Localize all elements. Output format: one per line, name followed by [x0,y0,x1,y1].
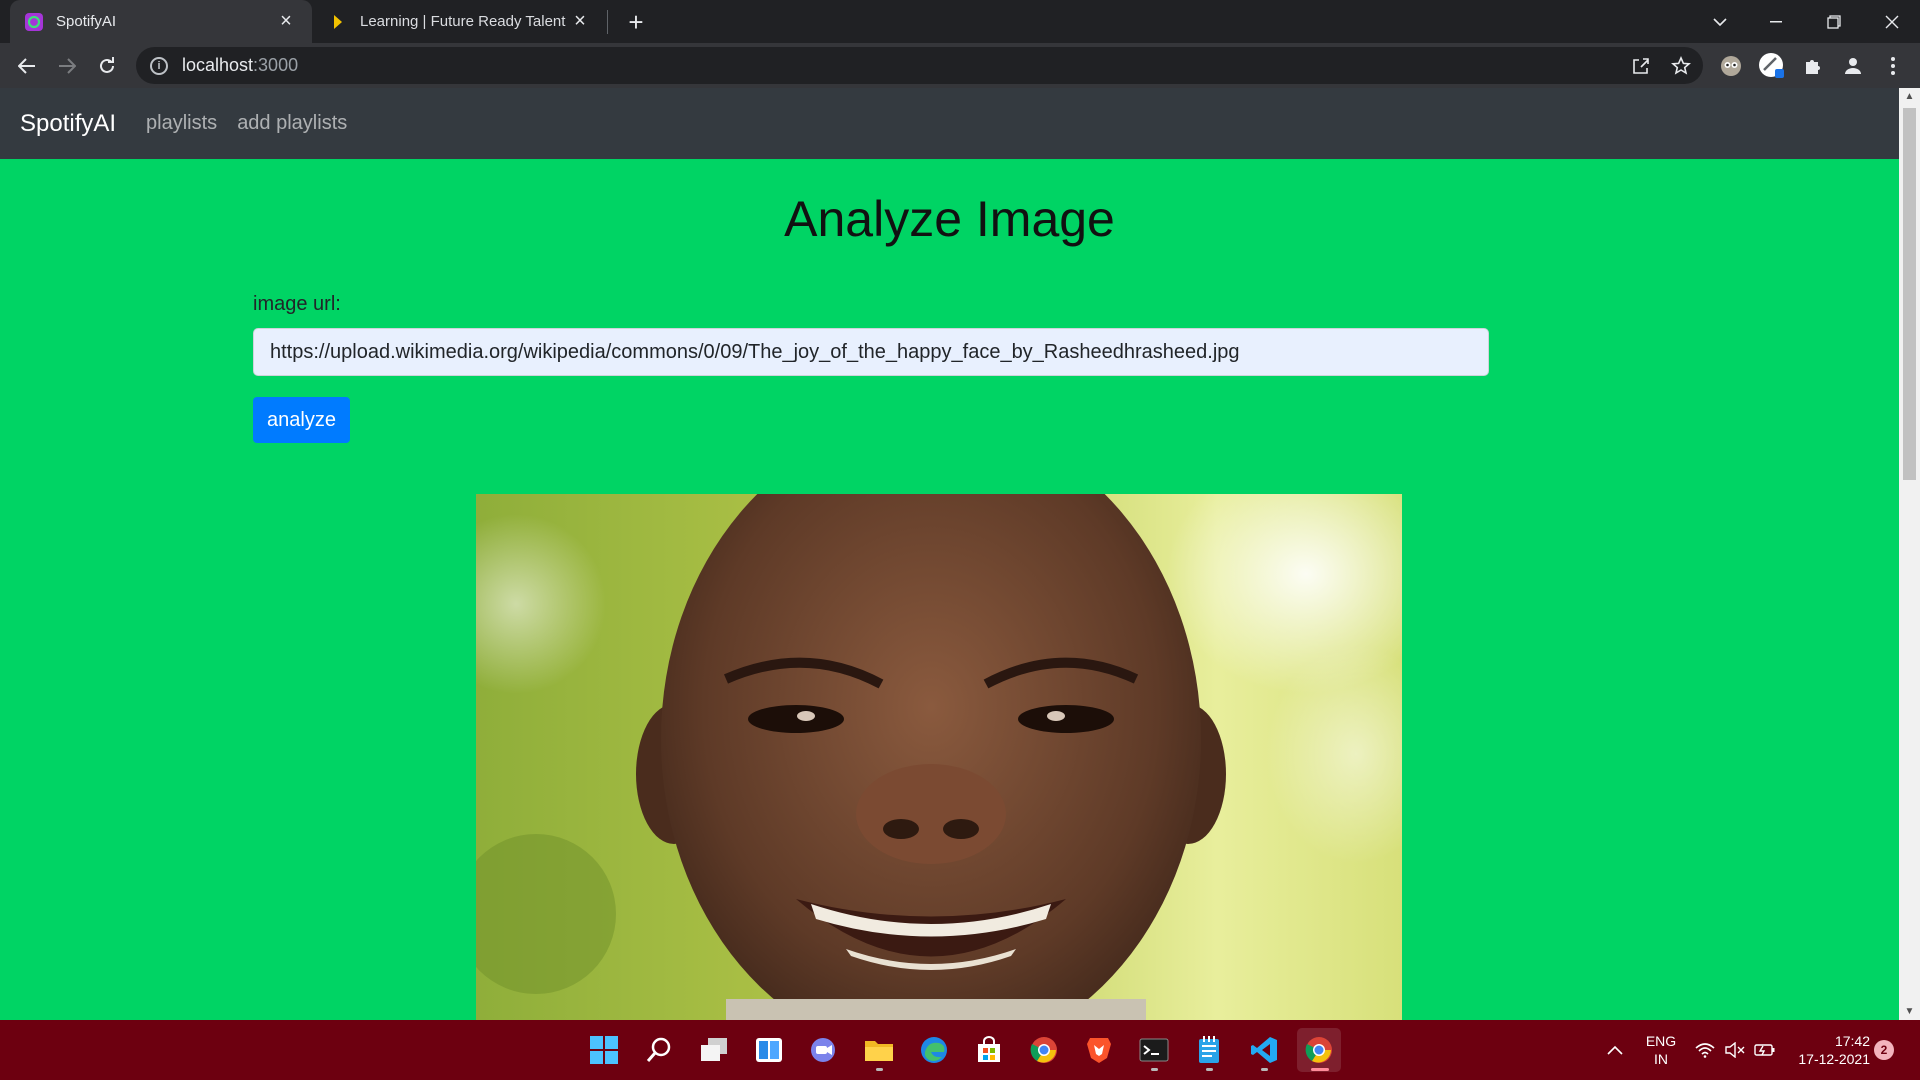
address-bar[interactable]: i localhost:3000 [136,47,1703,84]
scroll-down-arrow-icon[interactable]: ▼ [1899,1003,1920,1020]
input-language-indicator[interactable]: ENG IN [1640,1032,1682,1068]
close-tab-icon[interactable]: × [568,10,592,34]
chrome-icon[interactable] [1022,1028,1066,1072]
task-view-icon[interactable] [692,1028,736,1072]
tab-search-chevron-icon[interactable] [1692,0,1748,43]
clock-time: 17:42 [1834,1033,1870,1049]
learning-favicon-icon [328,12,348,32]
running-indicator [1206,1068,1213,1071]
close-tab-icon[interactable]: × [274,10,298,34]
address-host: localhost [182,55,254,75]
notification-count-badge[interactable]: 2 [1874,1040,1894,1060]
reload-button[interactable] [90,49,124,83]
address-port: :3000 [253,55,299,75]
minimize-button[interactable] [1748,0,1804,43]
scrollbar-thumb[interactable] [1903,108,1916,480]
start-windows-icon[interactable] [582,1028,626,1072]
show-hidden-icons-chevron-icon[interactable] [1602,1020,1628,1080]
brave-browser-icon[interactable] [1077,1028,1121,1072]
extensions-puzzle-icon[interactable] [1796,49,1830,83]
windows-taskbar: ENG IN 17:42 17-12-2021 2 [0,1020,1920,1080]
notepad-icon[interactable] [1187,1028,1231,1072]
chrome-active-icon[interactable] [1297,1028,1341,1072]
nav-link-add-playlists[interactable]: add playlists [237,112,347,135]
restore-button[interactable] [1806,0,1862,43]
share-icon[interactable] [1624,49,1658,83]
scroll-up-arrow-icon[interactable]: ▲ [1899,88,1920,105]
running-indicator [1311,1068,1329,1071]
back-button[interactable] [10,49,44,83]
tab-divider [607,10,608,34]
profile-icon[interactable] [1836,49,1870,83]
nav-link-playlists[interactable]: playlists [146,112,217,135]
tab-title: Learning | Future Ready Talent [360,13,566,30]
volume-muted-icon[interactable] [1722,1020,1748,1080]
browser-toolbar: i localhost:3000 [0,43,1920,88]
bookmark-star-icon[interactable] [1664,49,1698,83]
running-indicator [876,1068,883,1071]
edge-browser-icon[interactable] [912,1028,956,1072]
close-window-button[interactable] [1864,0,1920,43]
page-scrollbar[interactable]: ▲ ▼ [1899,88,1920,1020]
microsoft-store-icon[interactable] [967,1028,1011,1072]
app-brand[interactable]: SpotifyAI [20,110,116,138]
app-navbar: SpotifyAI playlists add playlists [0,88,1899,159]
teams-chat-icon[interactable] [802,1028,846,1072]
extension-owl-icon[interactable] [1714,49,1748,83]
terminal-icon[interactable] [1132,1028,1176,1072]
spotifyai-favicon-icon [24,12,44,32]
system-clock[interactable]: 17:42 17-12-2021 [1780,1032,1870,1068]
widgets-icon[interactable] [747,1028,791,1072]
language-region: IN [1654,1051,1668,1067]
browser-tab-strip: SpotifyAI × Learning | Future Ready Tale… [0,0,1920,43]
page-viewport: SpotifyAI playlists add playlists Analyz… [0,88,1899,1020]
tab-spotifyai[interactable]: SpotifyAI × [10,0,312,43]
image-url-label: image url: [253,293,341,315]
language-code: ENG [1645,1033,1677,1049]
new-tab-button[interactable]: + [622,7,650,37]
analyze-button[interactable]: analyze [253,397,350,443]
extension-profile-badge-icon[interactable] [1755,49,1789,83]
running-indicator [1151,1068,1158,1071]
vscode-icon[interactable] [1242,1028,1286,1072]
page-title: Analyze Image [784,191,1115,247]
image-url-input[interactable] [253,328,1489,376]
analyzed-photo [476,494,1402,1020]
file-explorer-icon[interactable] [857,1028,901,1072]
forward-button[interactable] [50,49,84,83]
tab-learning[interactable]: Learning | Future Ready Talent × [314,0,606,43]
menu-kebab-icon[interactable] [1876,49,1910,83]
tab-title: SpotifyAI [56,13,117,30]
battery-icon[interactable] [1752,1020,1778,1080]
search-icon[interactable] [637,1028,681,1072]
running-indicator [1261,1068,1268,1071]
site-info-icon[interactable]: i [150,56,168,75]
clock-date: 17-12-2021 [1798,1051,1870,1067]
wifi-icon[interactable] [1692,1020,1718,1080]
